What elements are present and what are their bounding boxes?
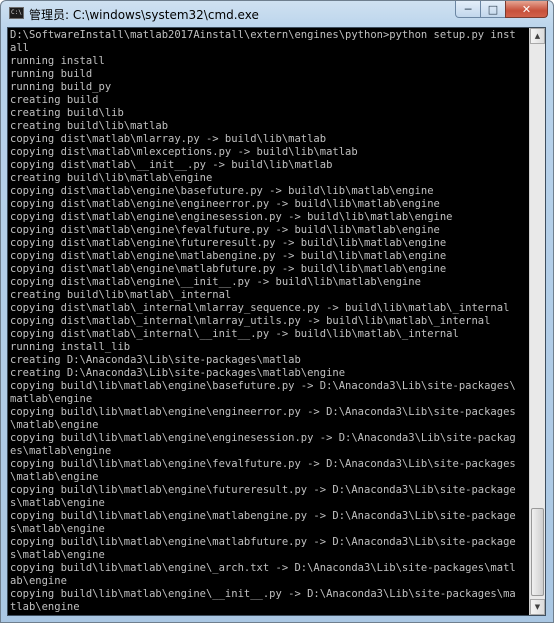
- console-line: s\matlab\engine: [10, 523, 105, 535]
- console-line: copying build\lib\matlab\engine\enginese…: [10, 432, 516, 444]
- vertical-scrollbar[interactable]: ▲ ▼: [529, 28, 545, 615]
- console-line: tlab\engine: [10, 601, 80, 613]
- console-line: copying build\lib\matlab\engine\basefutu…: [10, 380, 516, 392]
- console-line: copying dist\matlab\mlexceptions.py -> b…: [10, 146, 358, 158]
- console-line: creating build\lib\matlab\engine: [10, 172, 213, 184]
- console-line: copying dist\matlab\__init__.py -> build…: [10, 159, 333, 171]
- console-line: copying dist\matlab\engine\enginesession…: [10, 211, 453, 223]
- console-line: copying build\lib\matlab\engine\futurere…: [10, 484, 516, 496]
- console-line: copying dist\matlab\engine\__init__.py -…: [10, 276, 421, 288]
- console-line: D:\SoftwareInstall\matlab2017Ainstall\ex…: [10, 29, 516, 41]
- scroll-up-arrow-icon[interactable]: ▲: [530, 28, 545, 44]
- console-line: all: [10, 42, 29, 54]
- console-line: copying build\lib\matlab\engine\_arch.tx…: [10, 562, 516, 574]
- console-line: copying dist\matlab\engine\matlabfuture.…: [10, 263, 447, 275]
- window-title: 管理员: C:\windows\system32\cmd.exe: [29, 8, 259, 22]
- maximize-icon: □: [487, 2, 499, 16]
- console-line: copying dist\matlab\mlarray.py -> build\…: [10, 133, 327, 145]
- console-line: creating build\lib\matlab\_internal: [10, 289, 232, 301]
- minimize-button[interactable]: ─: [455, 1, 481, 18]
- console-line: copying dist\matlab\_internal\mlarray_se…: [10, 302, 510, 314]
- console-line: creating build: [10, 94, 99, 106]
- console-line: copying dist\matlab\engine\futureresult.…: [10, 237, 447, 249]
- console-line: copying build\lib\matlab\engine\matlaben…: [10, 510, 516, 522]
- console-line: creating D:\Anaconda3\Lib\site-packages\…: [10, 367, 346, 379]
- console-output[interactable]: D:\SoftwareInstall\matlab2017Ainstall\ex…: [9, 29, 530, 614]
- minimize-icon: ─: [464, 2, 472, 16]
- console-line: running install: [10, 55, 105, 67]
- console-line: copying dist\matlab\engine\fevalfuture.p…: [10, 224, 440, 236]
- console-line: creating build\lib\matlab: [10, 120, 169, 132]
- console-line: copying dist\matlab\engine\matlabengine.…: [10, 250, 447, 262]
- cmd-window: C:\ 管理员: C:\windows\system32\cmd.exe ─ □…: [0, 0, 554, 623]
- console-frame: D:\SoftwareInstall\matlab2017Ainstall\ex…: [7, 27, 546, 616]
- console-line: copying dist\matlab\engine\engineerror.p…: [10, 198, 440, 210]
- console-line: copying dist\matlab\_internal\__init__.p…: [10, 328, 459, 340]
- console-line: copying dist\matlab\engine\basefuture.py…: [10, 185, 434, 197]
- console-line: running build: [10, 68, 93, 80]
- caption-buttons: ─ □ ✕: [455, 1, 548, 19]
- console-line: copying build\lib\matlab\engine\__init__…: [10, 588, 516, 600]
- console-line: creating D:\Anaconda3\Lib\site-packages\…: [10, 354, 301, 366]
- console-line: matlab\engine: [10, 393, 93, 405]
- console-line: es\matlab\engine: [10, 445, 112, 457]
- cmd-icon[interactable]: C:\: [9, 7, 24, 19]
- console-line: \matlab\engine: [10, 419, 99, 431]
- console-line: copying build\lib\matlab\engine\matlabfu…: [10, 536, 516, 548]
- maximize-button[interactable]: □: [480, 1, 506, 18]
- console-line: copying build\lib\matlab\engine\engineer…: [10, 406, 516, 418]
- close-button[interactable]: ✕: [505, 1, 548, 18]
- close-icon: ✕: [521, 2, 532, 16]
- console-line: copying build\lib\matlab\engine\fevalfut…: [10, 458, 516, 470]
- scroll-down-arrow-icon[interactable]: ▼: [530, 599, 545, 615]
- console-line: s\matlab\engine: [10, 497, 105, 509]
- console-line: creating build\lib: [10, 107, 124, 119]
- console-line: running build_py: [10, 81, 112, 93]
- console-line: ab\engine: [10, 575, 67, 587]
- console-line: s\matlab\engine: [10, 549, 105, 561]
- console-line: \matlab\engine: [10, 471, 99, 483]
- console-line: running install_lib: [10, 341, 131, 353]
- console-line: copying dist\matlab\_internal\mlarray_ut…: [10, 315, 491, 327]
- scrollbar-thumb[interactable]: [531, 508, 544, 596]
- title-bar[interactable]: C:\ 管理员: C:\windows\system32\cmd.exe ─ □…: [1, 1, 553, 27]
